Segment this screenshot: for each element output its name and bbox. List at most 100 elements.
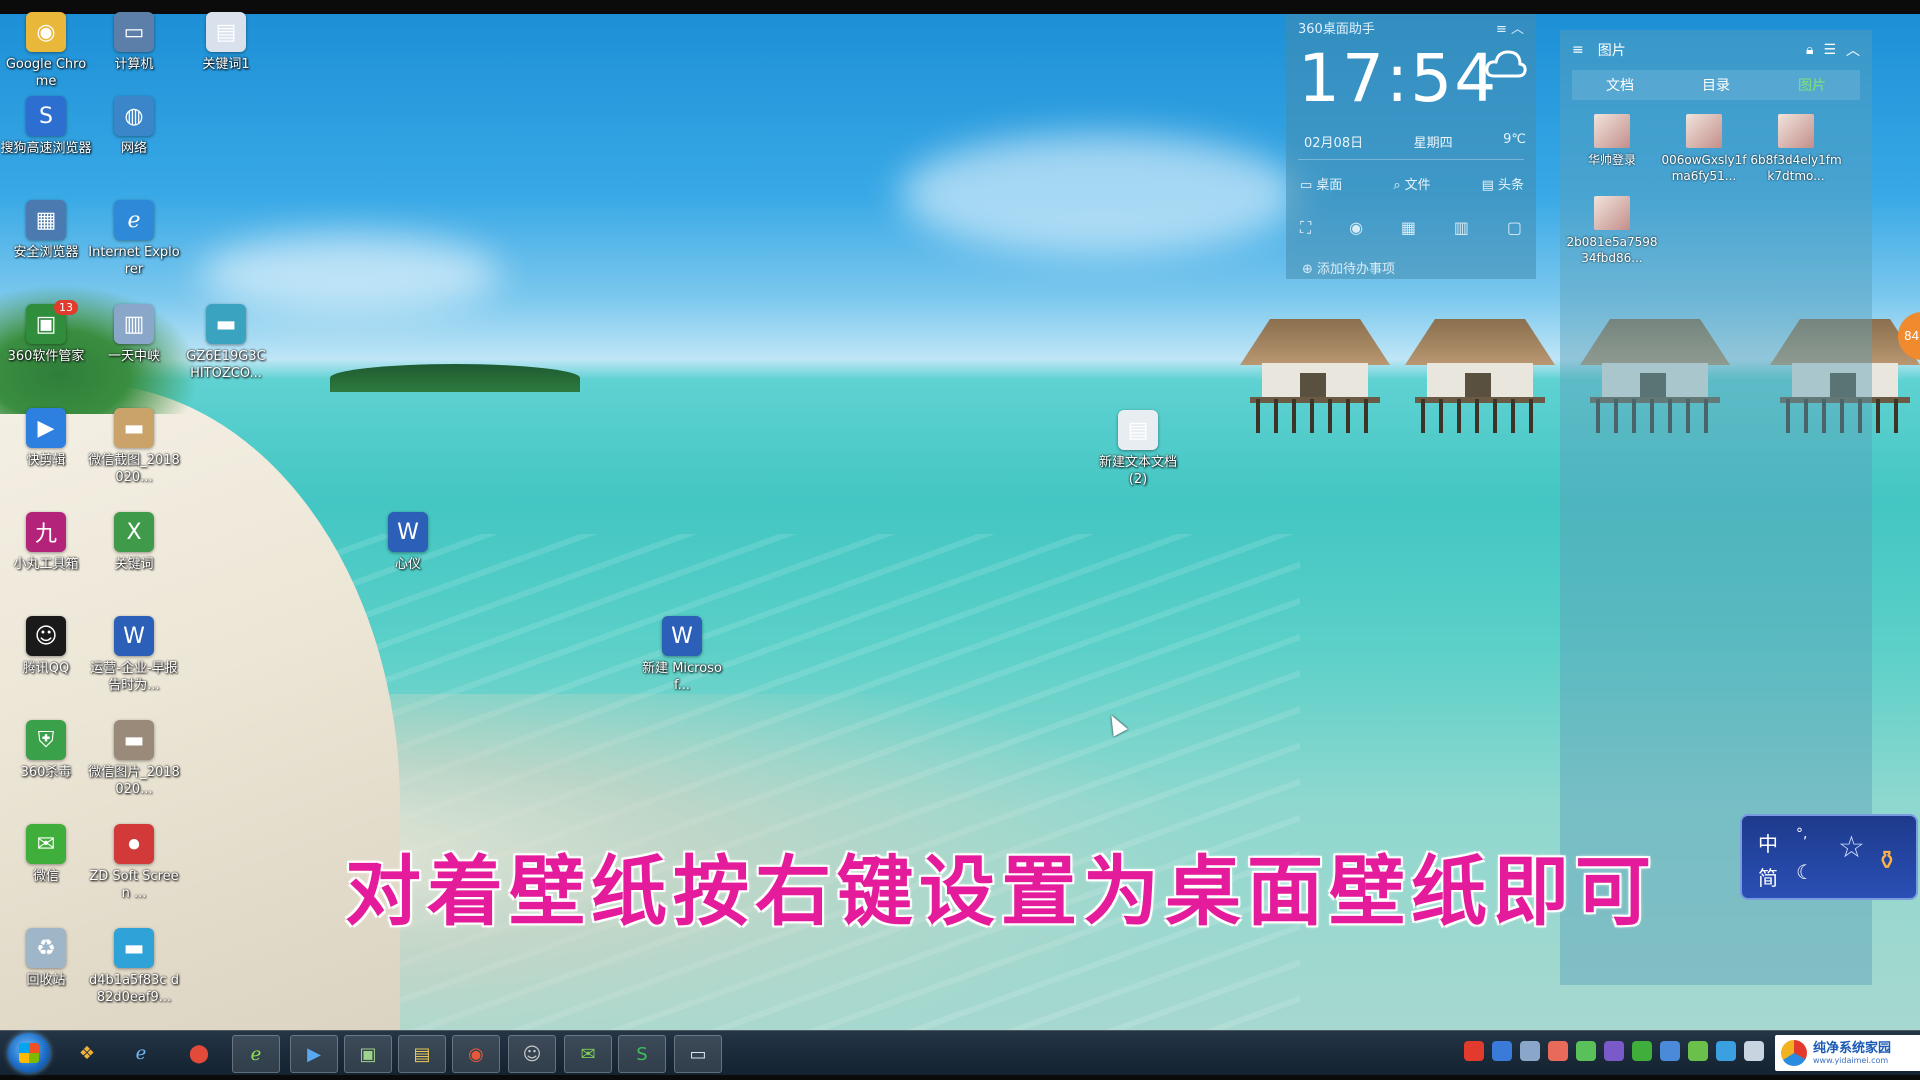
desktop-icon-label: 新建文本文档 (2) [1098,455,1177,487]
desktop-icon-computer[interactable]: ▭ 计算机 [88,12,180,73]
network-tray-icon[interactable] [1520,1041,1540,1061]
document-icon: ▥ [114,304,154,344]
text-file-icon: ▤ [1118,410,1158,450]
list-view-icon[interactable]: ☰ [1823,42,1836,58]
desktop-icon-tencent-qq[interactable]: ☺ 腾讯QQ [0,616,92,677]
image-file-icon: ▬ [114,720,154,760]
fence-items: 华帅登录 006owGxsly1fma6fy51... 6b8f3d4ely1fmk… [1560,100,1872,292]
photo-taskbar-icon[interactable]: ▣ [344,1035,392,1073]
temperature-label: 9℃ [1503,132,1526,147]
desktop-icon-doc-business[interactable]: W 运营-企业-早报告时为... [88,616,180,694]
window-taskbar-icon[interactable]: ▭ [674,1035,722,1073]
ime-variant[interactable]: 简 [1758,862,1778,891]
desktop-icon-label: ZD Soft Screen ... [89,869,179,901]
lock-icon[interactable]: 🔒︎ [1806,42,1813,58]
desktop-icon-image-d4[interactable]: ▬ d4b1a5f83c d82d0eaf9... [88,928,180,1006]
qq-taskbar-icon[interactable]: ☺ [508,1035,556,1073]
desktop-icon-label: 微信 [32,869,59,884]
desktop-icon-gz-file[interactable]: ▬ GZ6E19G3C HITOZCO... [180,304,272,382]
desktop-icon-label: 关键词 [114,557,154,572]
ie-taskbar-icon[interactable]: ℯ [118,1035,164,1071]
fence-tab[interactable]: 目录 [1668,70,1764,100]
desktop-icon-doc-1[interactable]: W 心仪 [362,512,454,573]
desktop-icon-zd-soft-screen[interactable]: ⏺ ZD Soft Screen ... [88,824,180,902]
fence-thumbnail[interactable]: 6b8f3d4ely1fmk7dtmo... [1750,114,1842,184]
fence-thumbnail[interactable]: 006owGxsly1fma6fy51... [1658,114,1750,184]
tool-headlines[interactable]: ▤ 头条 [1482,174,1524,193]
fence-tab[interactable]: 图片 [1764,70,1860,100]
desktop-icon-360-antivirus[interactable]: ⛨ 360杀毒 [0,720,92,781]
desktop-icon-label: 360软件管家 [7,349,85,364]
360-taskbar-icon[interactable]: ⬤ [176,1035,222,1071]
fence-title: 图片 [1597,43,1626,59]
wechat-taskbar-icon[interactable]: ✉ [564,1035,612,1073]
qq-tray-icon[interactable] [1604,1041,1624,1061]
browser-taskbar-icon[interactable]: ℯ [232,1035,280,1073]
desktop-icon-internet-explorer[interactable]: ℯ Internet Explorer [88,200,180,278]
menu-icon[interactable]: ≡ [1572,42,1584,58]
shield-tray-icon[interactable] [1716,1041,1736,1061]
sogou-ime-icon[interactable] [1464,1041,1484,1061]
fence-tab[interactable]: 文档 [1572,70,1668,100]
desktop-icon-sogou-browser[interactable]: S 搜狗高速浏览器 [0,96,92,157]
cloud-weather-icon [1485,50,1527,78]
tool-desktop[interactable]: ▭ 桌面 [1300,174,1342,193]
update-tray-icon[interactable] [1688,1041,1708,1061]
start-button[interactable] [8,1033,50,1073]
windows-explorer-icon[interactable]: ❖ [64,1035,110,1071]
excel-icon: X [114,512,154,552]
folder-taskbar-icon[interactable]: ▤ [398,1035,446,1073]
desktop-icon-new-text-doc[interactable]: ▤ 新建文本文档 (2) [1092,410,1184,488]
site-logo-icon [1781,1040,1807,1066]
desk-assistant-widget[interactable]: 360桌面助手 ≡ ︿ 17:54 02月08日 星期四 9℃ ▭ 桌面 ⌕ 文件 … [1286,14,1536,279]
add-todo-button[interactable]: ⊕ 添加待办事项 [1302,258,1395,277]
tool-file-search[interactable]: ⌕ 文件 [1393,174,1430,193]
collapse-icon[interactable]: ︿ [1846,40,1860,60]
image-file-icon: ▬ [206,304,246,344]
volume-tray-icon[interactable] [1744,1041,1764,1061]
assistant-menu-icon[interactable]: ≡ ︿ [1496,18,1524,37]
window-icon[interactable]: ▢ [1507,218,1522,238]
wechat-tray-icon[interactable] [1576,1041,1596,1061]
clip-taskbar-icon[interactable]: ▶ [290,1035,338,1073]
desktop-icon-keywords-1[interactable]: ▤ 关键词1 [180,12,272,73]
eye-icon[interactable]: ◉ [1349,218,1363,238]
360-tray-icon[interactable] [1548,1041,1568,1061]
image-thumbnail-icon [1594,196,1630,230]
security-tray-icon[interactable] [1632,1041,1652,1061]
chrome-icon: ◉ [26,12,66,52]
ime-toolbar[interactable]: 中 °, 简 ☾ ☆ ⚱ [1740,814,1918,900]
desktop-icon-quick-app[interactable]: ▶ 快剪辑 [0,408,92,469]
clip-icon: ▶ [26,408,66,448]
help-icon[interactable] [1492,1041,1512,1061]
desktop-icon-google-chrome[interactable]: ◉ Google Chrome [0,12,92,90]
desktop-icon-wechat[interactable]: ✉ 微信 [0,824,92,885]
display-tray-icon[interactable] [1660,1041,1680,1061]
ime-mode[interactable]: 中 [1758,828,1778,857]
desktop-icon-label: GZ6E19G3C HITOZCO... [186,349,266,381]
desktop-icon-yitian-pc[interactable]: ▥ 一天中峡 [88,304,180,365]
fence-thumbnail[interactable]: 2b081e5a759834fbd86... [1566,196,1658,266]
water-villa [1240,319,1390,439]
note-icon[interactable]: ▦ [1401,218,1416,238]
word-icon: W [114,616,154,656]
desktop-icon-wechat-image[interactable]: ▬ 微信图片_2018020... [88,720,180,798]
desktop-icon-label: Internet Explorer [88,245,180,277]
punctuation-icon[interactable]: °, [1796,826,1807,842]
desktop-icon-recycle-bin[interactable]: ♻ 回收站 [0,928,92,989]
desktop-icon-keywords[interactable]: X 关键词 [88,512,180,573]
desktop-icon-network[interactable]: ◍ 网络 [88,96,180,157]
desktop-icon-label: d4b1a5f83c d82d0eaf9... [89,973,179,1005]
wps-taskbar-icon[interactable]: S [618,1035,666,1073]
distant-island [330,364,580,392]
desktop-icon-xiaowan-toolbox[interactable]: 九小丸工具箱 [0,512,92,573]
desktop-icon-new-microsoft-doc[interactable]: W 新建 Microsof... [636,616,728,694]
desktop-icon-360-software-manager[interactable]: ▣ 13 360软件管家 [0,300,92,365]
desktop-icon-wechat-screenshot-1[interactable]: ▬ 微信截图_2018020... [88,408,180,486]
moon-icon[interactable]: ☾ [1796,860,1814,884]
chrome-taskbar-icon[interactable]: ◉ [452,1035,500,1073]
calculator-icon[interactable]: ▥ [1454,218,1469,238]
desktop-icon-safe-browser[interactable]: ▦ 安全浏览器 [0,200,92,261]
fence-thumbnail[interactable]: 华帅登录 [1566,114,1658,184]
crop-icon[interactable]: ⛶ [1300,218,1311,238]
